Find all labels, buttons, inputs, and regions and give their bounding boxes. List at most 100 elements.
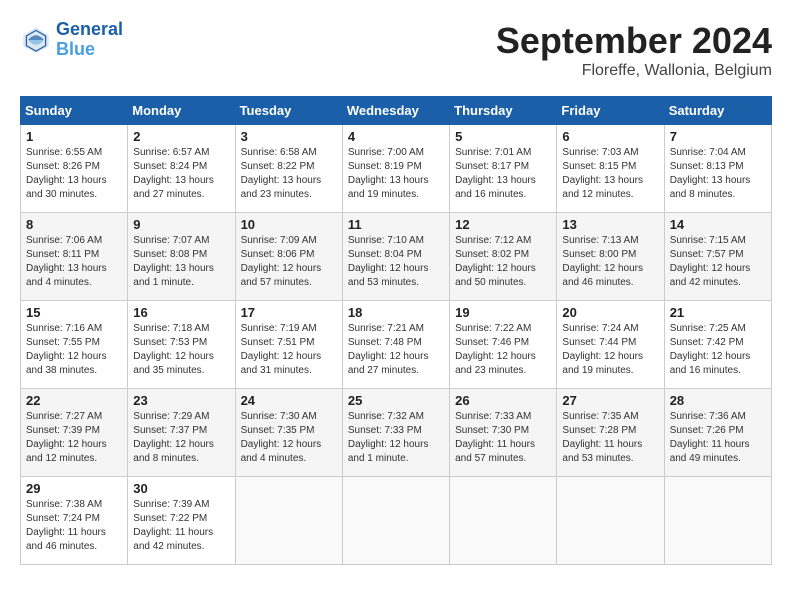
day-info: Sunrise: 6:55 AM Sunset: 8:26 PM Dayligh… — [26, 146, 122, 202]
day-number: 9 — [133, 217, 229, 232]
calendar-cell: 7 Sunrise: 7:04 AM Sunset: 8:13 PM Daylig… — [664, 125, 771, 213]
logo-icon — [20, 24, 52, 56]
day-info: Sunrise: 7:06 AM Sunset: 8:11 PM Dayligh… — [26, 234, 122, 290]
day-info: Sunrise: 7:32 AM Sunset: 7:33 PM Dayligh… — [348, 410, 444, 466]
calendar-cell: 19 Sunrise: 7:22 AM Sunset: 7:46 PM Dayli… — [450, 301, 557, 389]
month-title: September 2024 — [496, 20, 772, 62]
day-info: Sunrise: 7:24 AM Sunset: 7:44 PM Dayligh… — [562, 322, 658, 378]
day-number: 12 — [455, 217, 551, 232]
day-info: Sunrise: 7:39 AM Sunset: 7:22 PM Dayligh… — [133, 498, 229, 554]
day-info: Sunrise: 7:25 AM Sunset: 7:42 PM Dayligh… — [670, 322, 766, 378]
day-number: 7 — [670, 129, 766, 144]
weekday-header-monday: Monday — [128, 97, 235, 125]
calendar-cell: 12 Sunrise: 7:12 AM Sunset: 8:02 PM Dayli… — [450, 213, 557, 301]
day-info: Sunrise: 7:15 AM Sunset: 7:57 PM Dayligh… — [670, 234, 766, 290]
calendar-cell: 6 Sunrise: 7:03 AM Sunset: 8:15 PM Daylig… — [557, 125, 664, 213]
day-info: Sunrise: 7:09 AM Sunset: 8:06 PM Dayligh… — [241, 234, 337, 290]
day-number: 11 — [348, 217, 444, 232]
day-info: Sunrise: 7:29 AM Sunset: 7:37 PM Dayligh… — [133, 410, 229, 466]
weekday-header-thursday: Thursday — [450, 97, 557, 125]
calendar-cell: 10Sunrise: 7:09 AM Sunset: 8:06 PM Dayli… — [235, 213, 342, 301]
weekday-header-tuesday: Tuesday — [235, 97, 342, 125]
calendar-cell: 1Sunrise: 6:55 AM Sunset: 8:26 PM Daylig… — [21, 125, 128, 213]
weekday-header-friday: Friday — [557, 97, 664, 125]
day-number: 21 — [670, 305, 766, 320]
logo: General Blue — [20, 20, 123, 60]
day-number: 23 — [133, 393, 229, 408]
day-info: Sunrise: 7:22 AM Sunset: 7:46 PM Dayligh… — [455, 322, 551, 378]
day-number: 19 — [455, 305, 551, 320]
calendar-week-row: 15Sunrise: 7:16 AM Sunset: 7:55 PM Dayli… — [21, 301, 772, 389]
calendar-cell: 20 Sunrise: 7:24 AM Sunset: 7:44 PM Dayli… — [557, 301, 664, 389]
calendar-cell: 25 Sunrise: 7:32 AM Sunset: 7:33 PM Dayli… — [342, 389, 449, 477]
day-info: Sunrise: 7:04 AM Sunset: 8:13 PM Dayligh… — [670, 146, 766, 202]
calendar-cell — [664, 477, 771, 565]
day-info: Sunrise: 7:27 AM Sunset: 7:39 PM Dayligh… — [26, 410, 122, 466]
day-info: Sunrise: 6:57 AM Sunset: 8:24 PM Dayligh… — [133, 146, 229, 202]
day-info: Sunrise: 7:03 AM Sunset: 8:15 PM Dayligh… — [562, 146, 658, 202]
calendar-cell: 28 Sunrise: 7:36 AM Sunset: 7:26 PM Dayli… — [664, 389, 771, 477]
calendar-cell: 16Sunrise: 7:18 AM Sunset: 7:53 PM Dayli… — [128, 301, 235, 389]
day-number: 29 — [26, 481, 122, 496]
calendar-cell — [235, 477, 342, 565]
calendar-cell: 26Sunrise: 7:33 AM Sunset: 7:30 PM Dayli… — [450, 389, 557, 477]
calendar-cell: 9 Sunrise: 7:07 AM Sunset: 8:08 PM Daylig… — [128, 213, 235, 301]
day-number: 25 — [348, 393, 444, 408]
location-subtitle: Floreffe, Wallonia, Belgium — [496, 62, 772, 80]
calendar-cell: 13 Sunrise: 7:13 AM Sunset: 8:00 PM Dayli… — [557, 213, 664, 301]
calendar-cell — [450, 477, 557, 565]
logo-line1: General — [56, 19, 123, 39]
calendar-week-row: 29 Sunrise: 7:38 AM Sunset: 7:24 PM Dayli… — [21, 477, 772, 565]
calendar-cell: 11Sunrise: 7:10 AM Sunset: 8:04 PM Dayli… — [342, 213, 449, 301]
day-info: Sunrise: 7:33 AM Sunset: 7:30 PM Dayligh… — [455, 410, 551, 466]
day-info: Sunrise: 7:13 AM Sunset: 8:00 PM Dayligh… — [562, 234, 658, 290]
calendar-cell: 18Sunrise: 7:21 AM Sunset: 7:48 PM Dayli… — [342, 301, 449, 389]
day-number: 27 — [562, 393, 658, 408]
day-number: 14 — [670, 217, 766, 232]
day-number: 6 — [562, 129, 658, 144]
day-info: Sunrise: 7:36 AM Sunset: 7:26 PM Dayligh… — [670, 410, 766, 466]
calendar-week-row: 22Sunrise: 7:27 AM Sunset: 7:39 PM Dayli… — [21, 389, 772, 477]
calendar-table: SundayMondayTuesdayWednesdayThursdayFrid… — [20, 96, 772, 565]
day-number: 15 — [26, 305, 122, 320]
page-header: General Blue September 2024 Floreffe, Wa… — [20, 20, 772, 80]
day-number: 13 — [562, 217, 658, 232]
day-number: 4 — [348, 129, 444, 144]
calendar-cell: 2Sunrise: 6:57 AM Sunset: 8:24 PM Daylig… — [128, 125, 235, 213]
calendar-cell: 29 Sunrise: 7:38 AM Sunset: 7:24 PM Dayli… — [21, 477, 128, 565]
day-info: Sunrise: 7:12 AM Sunset: 8:02 PM Dayligh… — [455, 234, 551, 290]
calendar-week-row: 1Sunrise: 6:55 AM Sunset: 8:26 PM Daylig… — [21, 125, 772, 213]
calendar-cell: 27 Sunrise: 7:35 AM Sunset: 7:28 PM Dayli… — [557, 389, 664, 477]
calendar-cell: 8 Sunrise: 7:06 AM Sunset: 8:11 PM Daylig… — [21, 213, 128, 301]
day-info: Sunrise: 7:35 AM Sunset: 7:28 PM Dayligh… — [562, 410, 658, 466]
calendar-cell: 3 Sunrise: 6:58 AM Sunset: 8:22 PM Daylig… — [235, 125, 342, 213]
logo-text: General Blue — [56, 20, 123, 60]
day-number: 8 — [26, 217, 122, 232]
day-number: 28 — [670, 393, 766, 408]
calendar-cell — [557, 477, 664, 565]
calendar-cell: 24Sunrise: 7:30 AM Sunset: 7:35 PM Dayli… — [235, 389, 342, 477]
day-number: 3 — [241, 129, 337, 144]
calendar-cell: 14 Sunrise: 7:15 AM Sunset: 7:57 PM Dayli… — [664, 213, 771, 301]
day-info: Sunrise: 7:19 AM Sunset: 7:51 PM Dayligh… — [241, 322, 337, 378]
calendar-cell: 22Sunrise: 7:27 AM Sunset: 7:39 PM Dayli… — [21, 389, 128, 477]
calendar-cell: 5 Sunrise: 7:01 AM Sunset: 8:17 PM Daylig… — [450, 125, 557, 213]
day-info: Sunrise: 7:07 AM Sunset: 8:08 PM Dayligh… — [133, 234, 229, 290]
weekday-header-row: SundayMondayTuesdayWednesdayThursdayFrid… — [21, 97, 772, 125]
day-number: 24 — [241, 393, 337, 408]
calendar-cell: 21 Sunrise: 7:25 AM Sunset: 7:42 PM Dayli… — [664, 301, 771, 389]
day-info: Sunrise: 7:21 AM Sunset: 7:48 PM Dayligh… — [348, 322, 444, 378]
day-info: Sunrise: 6:58 AM Sunset: 8:22 PM Dayligh… — [241, 146, 337, 202]
day-info: Sunrise: 7:00 AM Sunset: 8:19 PM Dayligh… — [348, 146, 444, 202]
day-info: Sunrise: 7:01 AM Sunset: 8:17 PM Dayligh… — [455, 146, 551, 202]
calendar-cell: 15Sunrise: 7:16 AM Sunset: 7:55 PM Dayli… — [21, 301, 128, 389]
calendar-cell — [342, 477, 449, 565]
day-number: 5 — [455, 129, 551, 144]
title-block: September 2024 Floreffe, Wallonia, Belgi… — [496, 20, 772, 80]
day-info: Sunrise: 7:38 AM Sunset: 7:24 PM Dayligh… — [26, 498, 122, 554]
calendar-cell: 4 Sunrise: 7:00 AM Sunset: 8:19 PM Daylig… — [342, 125, 449, 213]
calendar-cell: 17 Sunrise: 7:19 AM Sunset: 7:51 PM Dayli… — [235, 301, 342, 389]
weekday-header-sunday: Sunday — [21, 97, 128, 125]
day-number: 17 — [241, 305, 337, 320]
day-number: 20 — [562, 305, 658, 320]
